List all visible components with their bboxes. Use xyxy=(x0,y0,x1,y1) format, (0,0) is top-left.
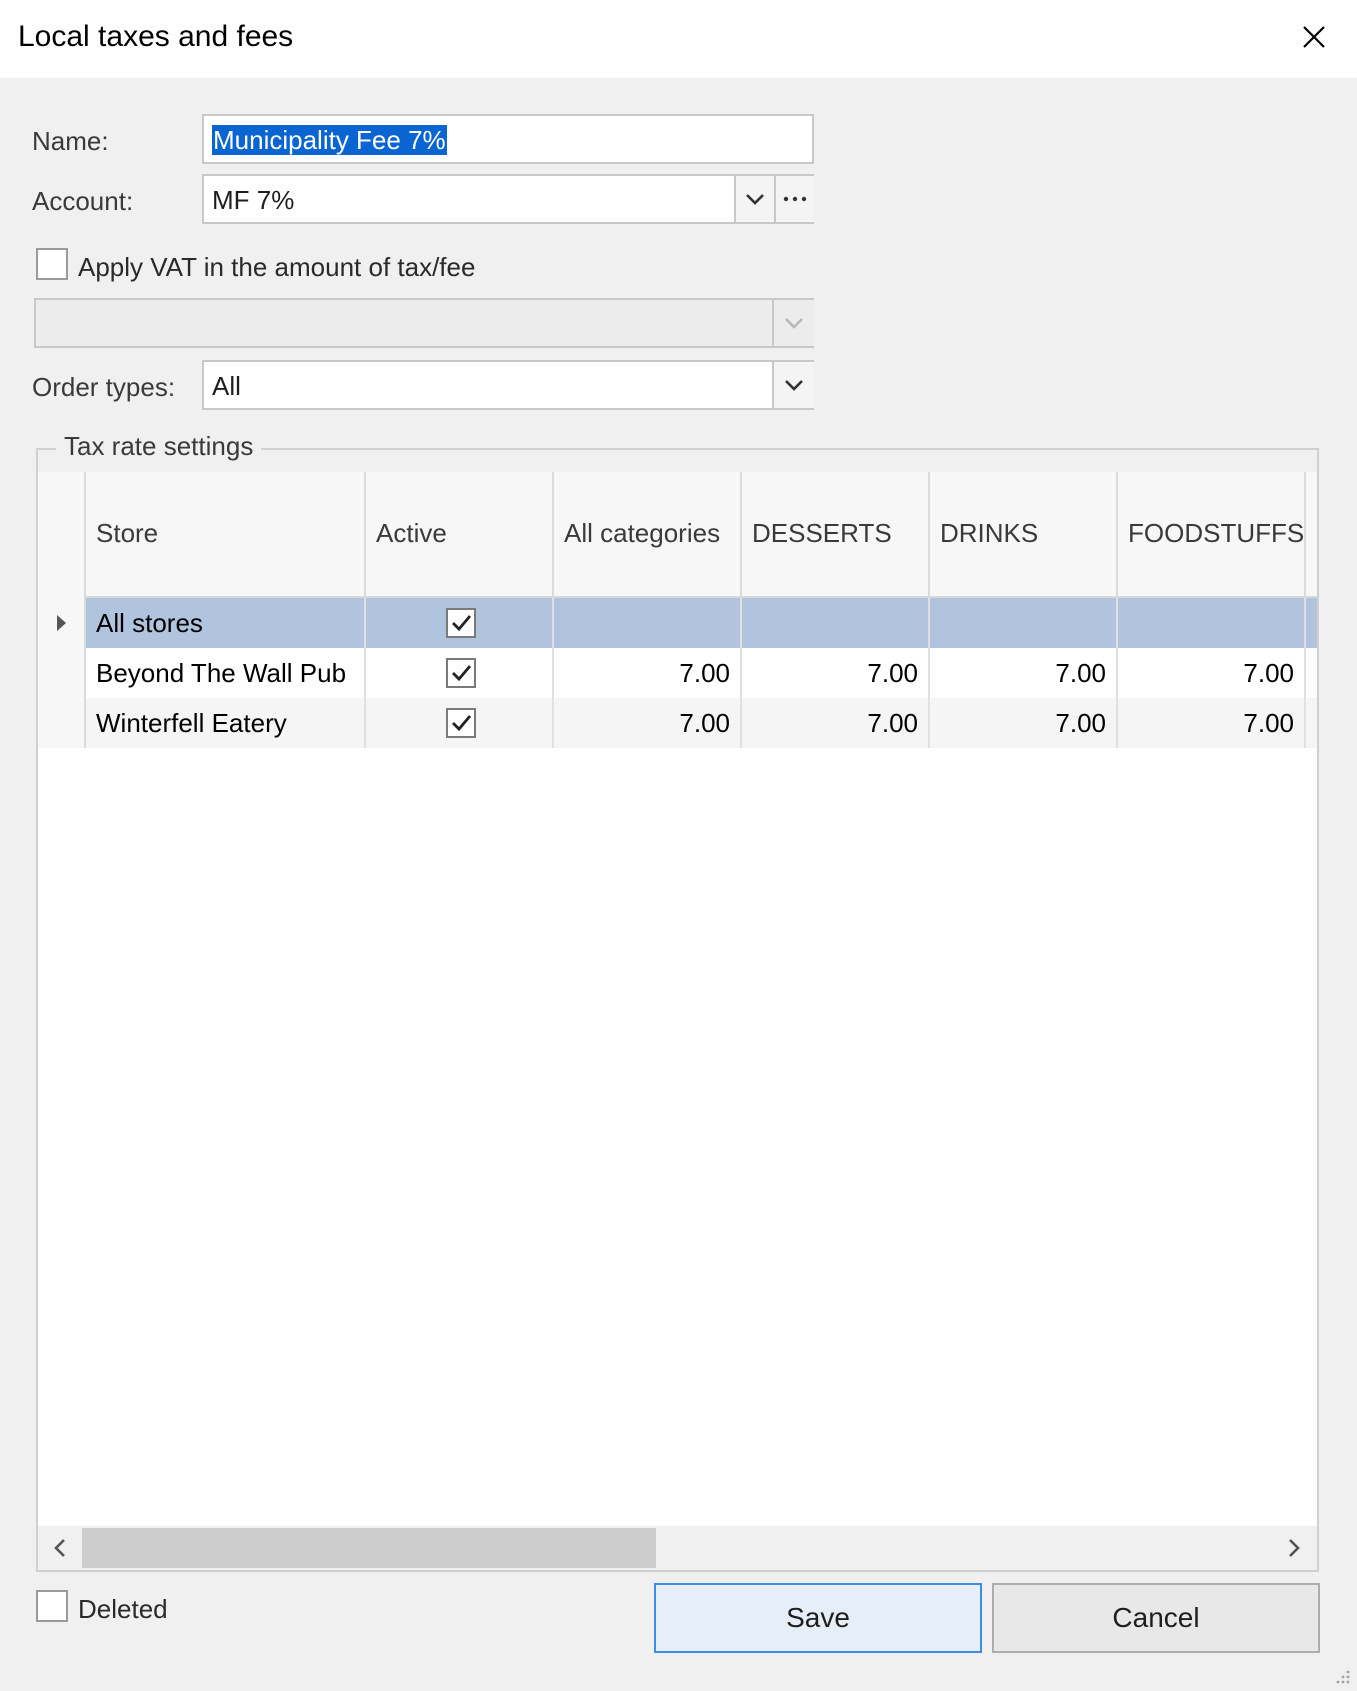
apply-vat-label: Apply VAT in the amount of tax/fee xyxy=(78,252,476,282)
name-label: Name: xyxy=(32,126,109,156)
active-checkbox[interactable] xyxy=(446,608,476,638)
active-checkbox[interactable] xyxy=(446,708,476,738)
resize-grip-icon[interactable] xyxy=(1333,1667,1351,1685)
title-bar: Local taxes and fees xyxy=(0,0,1357,78)
row-indicator xyxy=(38,648,86,698)
cell-foodstuffs[interactable]: 7.00 xyxy=(1118,648,1306,698)
cell-active[interactable] xyxy=(366,698,554,748)
horizontal-scrollbar[interactable] xyxy=(38,1526,1317,1570)
grid-indicator-header xyxy=(38,472,86,598)
account-label: Account: xyxy=(32,186,134,216)
cancel-button[interactable]: Cancel xyxy=(992,1583,1320,1653)
vat-rate-dropdown-button[interactable] xyxy=(772,300,814,346)
order-types-value: All xyxy=(212,371,241,401)
apply-vat-checkbox[interactable] xyxy=(36,248,68,280)
chevron-down-icon xyxy=(785,380,803,391)
scroll-left-button[interactable] xyxy=(44,1532,76,1564)
deleted-label: Deleted xyxy=(78,1594,168,1624)
cell-all-categories[interactable]: 7.00 xyxy=(554,648,742,698)
scroll-thumb[interactable] xyxy=(82,1528,656,1568)
cell-all-categories[interactable] xyxy=(554,598,742,648)
cell-desserts[interactable] xyxy=(742,598,930,648)
column-header-active[interactable]: Active xyxy=(366,472,554,596)
column-header-drinks[interactable]: DRINKS xyxy=(930,472,1118,596)
cell-foodstuffs[interactable]: 7.00 xyxy=(1118,698,1306,748)
cell-all-categories[interactable]: 7.00 xyxy=(554,698,742,748)
cell-drinks[interactable]: 7.00 xyxy=(930,698,1118,748)
cell-store[interactable]: All stores xyxy=(86,598,366,648)
grid-header: Store Active All categories DESSERTS DRI… xyxy=(38,472,1317,598)
order-types-dropdown-button[interactable] xyxy=(772,362,814,408)
cell-store[interactable]: Winterfell Eatery xyxy=(86,698,366,748)
cell-foodstuffs[interactable] xyxy=(1118,598,1306,648)
account-value: MF 7% xyxy=(212,185,295,215)
account-dropdown-button[interactable] xyxy=(734,176,774,222)
cell-active[interactable] xyxy=(366,648,554,698)
save-button[interactable]: Save xyxy=(654,1583,982,1653)
account-browse-button[interactable] xyxy=(774,176,814,222)
checkmark-icon xyxy=(452,715,472,732)
cell-active[interactable] xyxy=(366,598,554,648)
tax-rate-settings-legend: Tax rate settings xyxy=(56,431,262,462)
column-header-desserts[interactable]: DESSERTS xyxy=(742,472,930,596)
chevron-down-icon xyxy=(785,318,803,329)
vat-rate-select[interactable] xyxy=(34,298,814,348)
ellipsis-icon xyxy=(783,196,807,202)
chevron-down-icon xyxy=(746,194,764,205)
window-title: Local taxes and fees xyxy=(18,20,294,53)
cell-drinks[interactable]: 7.00 xyxy=(930,648,1118,698)
checkmark-icon xyxy=(452,615,472,632)
row-indicator xyxy=(38,698,86,748)
account-combobox[interactable]: MF 7% xyxy=(202,174,814,224)
cell-desserts[interactable]: 7.00 xyxy=(742,698,930,748)
cell-desserts[interactable]: 7.00 xyxy=(742,648,930,698)
chevron-left-icon xyxy=(54,1539,65,1557)
column-header-store[interactable]: Store xyxy=(86,472,366,596)
name-input-text: Municipality Fee 7% xyxy=(212,125,447,155)
column-header-all-categories[interactable]: All categories xyxy=(554,472,742,596)
order-types-select[interactable]: All xyxy=(202,360,814,410)
active-checkbox[interactable] xyxy=(446,658,476,688)
row-indicator xyxy=(38,598,86,648)
triangle-right-icon xyxy=(57,615,66,631)
order-types-label: Order types: xyxy=(32,372,176,402)
name-input[interactable]: Municipality Fee 7% xyxy=(202,114,814,164)
scroll-right-button[interactable] xyxy=(1278,1532,1310,1564)
table-row[interactable]: Winterfell Eatery 7.00 7.00 7.00 7.00 xyxy=(38,698,1317,748)
table-row[interactable]: Beyond The Wall Pub 7.00 7.00 7.00 7.00 xyxy=(38,648,1317,698)
cell-store[interactable]: Beyond The Wall Pub xyxy=(86,648,366,698)
tax-rate-grid: Store Active All categories DESSERTS DRI… xyxy=(38,472,1317,1570)
table-row[interactable]: All stores xyxy=(38,598,1317,648)
chevron-right-icon xyxy=(1289,1539,1300,1557)
checkmark-icon xyxy=(452,665,472,682)
close-icon[interactable] xyxy=(1297,20,1331,54)
deleted-checkbox[interactable] xyxy=(36,1590,68,1622)
column-header-foodstuffs[interactable]: FOODSTUFFS xyxy=(1118,472,1306,596)
cell-drinks[interactable] xyxy=(930,598,1118,648)
